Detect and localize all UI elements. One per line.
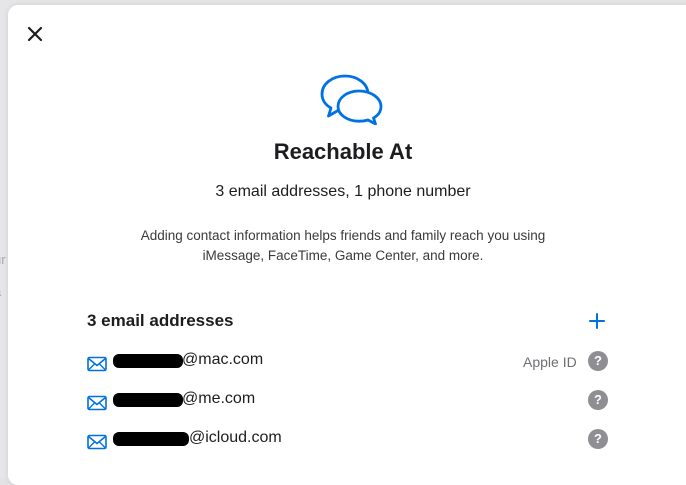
plus-icon <box>589 313 605 329</box>
email-domain: @mac.com <box>182 351 264 368</box>
help-button[interactable]: ? <box>588 429 608 449</box>
dialog-subtitle: 3 email addresses, 1 phone number <box>215 183 471 200</box>
email-row[interactable]: @me.com ? <box>87 390 617 416</box>
envelope-icon <box>87 356 107 372</box>
reachable-at-dialog: Reachable At 3 email addresses, 1 phone … <box>8 5 686 485</box>
envelope-icon <box>87 395 107 411</box>
help-button[interactable]: ? <box>588 390 608 410</box>
email-section-title: 3 email addresses <box>87 311 234 330</box>
dialog-description: Adding contact information helps friends… <box>128 226 558 266</box>
email-domain: @icloud.com <box>189 429 282 446</box>
background-text-fragment: s <box>0 316 1 331</box>
apple-id-label: Apple ID <box>523 354 577 370</box>
background-text-fragment: a <box>0 284 1 299</box>
email-row[interactable]: @icloud.com ? <box>87 429 617 455</box>
email-row[interactable]: @mac.com Apple ID ? <box>87 351 617 377</box>
description-line: Adding contact information helps friends… <box>140 228 546 243</box>
close-icon <box>27 26 43 42</box>
description-line: iMessage, FaceTime, Game Center, and mor… <box>202 248 484 263</box>
redacted-email-user <box>113 432 189 446</box>
email-domain: @me.com <box>182 390 256 407</box>
envelope-icon <box>87 434 107 450</box>
add-email-button[interactable] <box>586 310 608 332</box>
chat-bubbles-icon <box>320 74 383 125</box>
help-button[interactable]: ? <box>588 351 608 371</box>
dialog-title: Reachable At <box>273 139 413 164</box>
background-text-fragment: ur <box>0 252 6 267</box>
redacted-email-user <box>113 354 183 368</box>
redacted-email-user <box>113 393 183 407</box>
close-button[interactable] <box>24 23 46 45</box>
